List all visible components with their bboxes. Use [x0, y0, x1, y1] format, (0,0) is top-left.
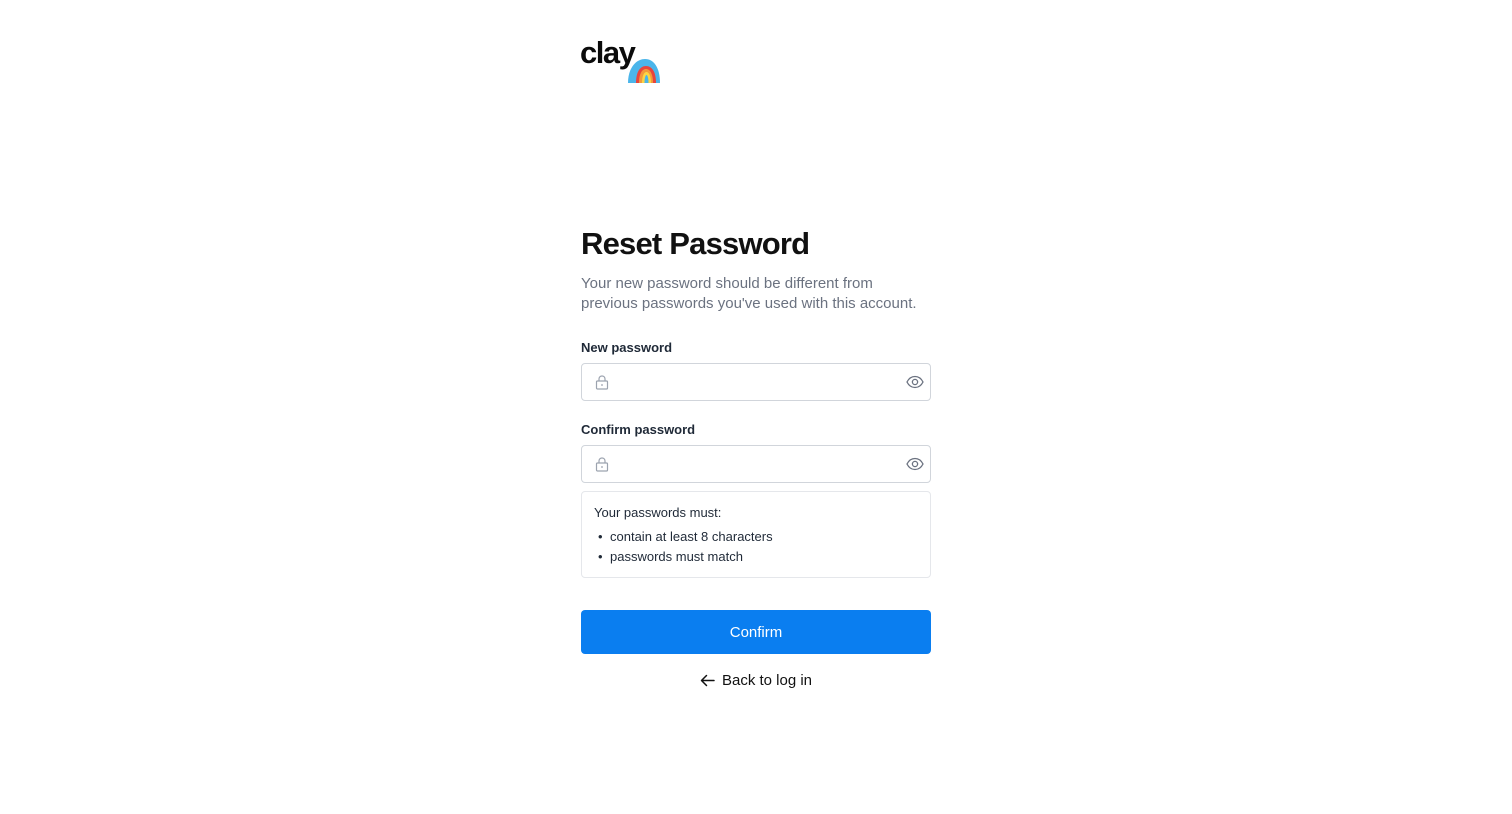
confirm-password-field	[581, 445, 931, 483]
back-to-login-label: Back to log in	[721, 671, 813, 689]
requirement-text: contain at least 8 characters	[610, 529, 773, 544]
confirm-button[interactable]: Confirm	[581, 610, 931, 654]
password-requirements: Your passwords must: • contain at least …	[581, 491, 931, 578]
lock-icon	[595, 375, 609, 390]
confirm-password-input[interactable]	[618, 446, 898, 482]
eye-icon[interactable]	[906, 456, 924, 472]
new-password-field	[581, 363, 931, 401]
new-password-input[interactable]	[618, 364, 898, 400]
requirements-title: Your passwords must:	[594, 505, 722, 520]
requirement-text: passwords must match	[610, 549, 743, 564]
lock-icon	[595, 457, 609, 472]
reset-password-page: clay Reset Password Your new password sh…	[0, 0, 1512, 814]
clay-logo[interactable]: clay	[580, 36, 664, 86]
page-subtitle: Your new password should be different fr…	[581, 275, 917, 312]
reset-password-form: Reset Password Your new password should …	[581, 224, 931, 690]
page-title: Reset Password	[581, 226, 810, 261]
bullet: •	[598, 549, 603, 564]
new-password-label: New password	[581, 340, 673, 355]
bullet: •	[598, 529, 603, 544]
rainbow-icon	[628, 59, 660, 83]
eye-icon[interactable]	[906, 374, 924, 390]
requirements-list: • contain at least 8 characters • passwo…	[594, 529, 918, 565]
requirement-item: • contain at least 8 characters	[594, 529, 918, 545]
arrow-left-icon	[700, 674, 715, 686]
back-to-login-link[interactable]: Back to log in	[581, 670, 931, 690]
requirement-item: • passwords must match	[594, 549, 918, 565]
confirm-password-label: Confirm password	[581, 422, 696, 437]
